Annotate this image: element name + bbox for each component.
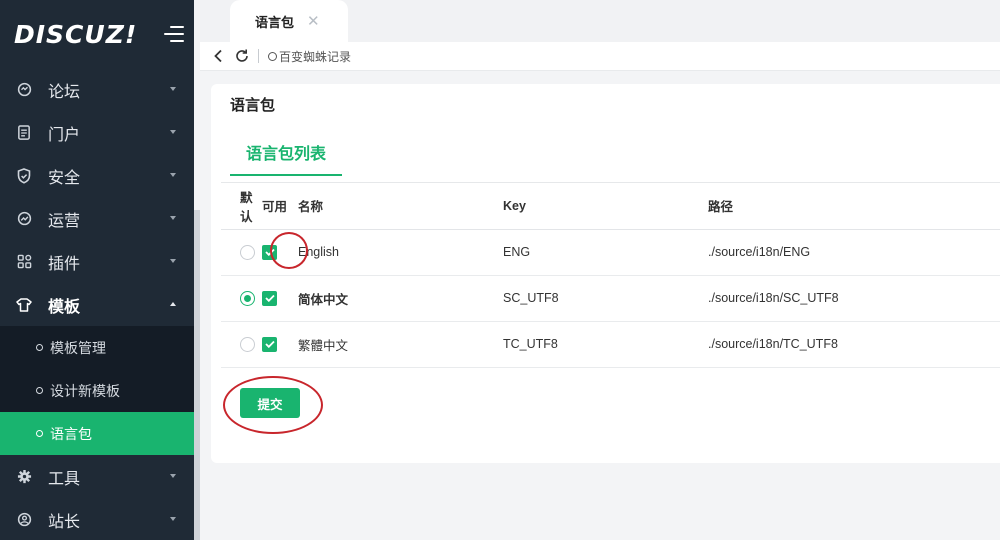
row-key: TC_UTF8 xyxy=(503,321,708,368)
submenu-item-template-management[interactable]: 模板管理 xyxy=(0,326,194,369)
sidebar-scrollbar[interactable] xyxy=(194,210,200,540)
operations-icon xyxy=(16,211,32,227)
tab-language-pack-list[interactable]: 语言包列表 xyxy=(230,140,342,176)
bullet-icon xyxy=(36,387,43,394)
row-name: 简体中文 xyxy=(298,275,503,322)
language-pack-table: 默认 可用 名称 Key 路径 English ENG ./source/i18… xyxy=(221,183,1000,368)
plugins-icon xyxy=(16,254,32,270)
column-header-default: 默认 xyxy=(221,183,262,230)
chevron-down-icon xyxy=(170,216,176,220)
submenu-item-language-pack[interactable]: 语言包 xyxy=(0,412,194,455)
column-header-enabled: 可用 xyxy=(262,183,298,230)
chevron-down-icon xyxy=(170,130,176,134)
sidebar-item-label: 站长 xyxy=(48,513,81,531)
page-title: 语言包 xyxy=(230,97,276,114)
sidebar-item-security[interactable]: 安全 xyxy=(0,154,194,197)
row-path: ./source/i18n/SC_UTF8 xyxy=(708,275,1000,322)
logo-row: DISCUZ! xyxy=(0,0,194,68)
divider xyxy=(258,49,259,63)
row-name: English xyxy=(298,229,503,276)
row-key: SC_UTF8 xyxy=(503,275,708,322)
sidebar-item-label: 插件 xyxy=(48,255,81,273)
sidebar: DISCUZ! 论坛 门户 安全 运营 插件 模板 模板管理 设计新模板 语言包… xyxy=(0,0,194,540)
default-radio[interactable] xyxy=(240,336,255,352)
chevron-down-icon xyxy=(170,517,176,521)
sidebar-item-label: 论坛 xyxy=(48,83,81,101)
shield-icon xyxy=(16,167,32,184)
forum-icon xyxy=(16,82,32,98)
enabled-checkbox[interactable] xyxy=(262,336,277,352)
bullet-icon xyxy=(36,430,43,437)
bullet-icon xyxy=(268,51,277,61)
enabled-checkbox[interactable] xyxy=(262,290,277,306)
address-label: 百变蜘蛛记录 xyxy=(279,49,352,64)
submenu-item-label: 设计新模板 xyxy=(50,382,120,399)
submit-button[interactable]: 提交 xyxy=(240,388,300,418)
submenu-item-label: 模板管理 xyxy=(50,339,106,356)
close-icon[interactable]: ✕ xyxy=(307,12,320,30)
back-icon[interactable] xyxy=(206,44,230,68)
tab-language-pack[interactable]: 语言包 ✕ xyxy=(230,0,348,42)
sidebar-item-label: 工具 xyxy=(48,470,81,488)
check-icon xyxy=(264,340,275,349)
table-row: 繁體中文 TC_UTF8 ./source/i18n/TC_UTF8 xyxy=(221,321,1000,368)
menu-toggle-icon[interactable] xyxy=(164,25,184,43)
gear-icon xyxy=(16,469,32,485)
row-path: ./source/i18n/TC_UTF8 xyxy=(708,321,1000,368)
table-row: English ENG ./source/i18n/ENG xyxy=(221,229,1000,276)
chevron-down-icon xyxy=(170,474,176,478)
row-key: ENG xyxy=(503,229,708,276)
webmaster-icon xyxy=(16,512,32,528)
sidebar-item-webmaster[interactable]: 站长 xyxy=(0,498,194,540)
address-bar: 百变蜘蛛记录 xyxy=(200,42,1000,71)
template-submenu: 模板管理 设计新模板 语言包 xyxy=(0,326,194,455)
sidebar-item-template[interactable]: 模板 xyxy=(0,283,194,326)
column-header-key: Key xyxy=(503,183,708,230)
column-header-name: 名称 xyxy=(298,183,503,230)
check-icon xyxy=(264,248,275,257)
sidebar-item-label: 门户 xyxy=(48,126,81,144)
sidebar-item-label: 模板 xyxy=(48,298,81,316)
sidebar-item-label: 运营 xyxy=(48,212,81,230)
default-radio[interactable] xyxy=(240,244,255,260)
sidebar-item-operations[interactable]: 运营 xyxy=(0,197,194,240)
table-header-row: 默认 可用 名称 Key 路径 xyxy=(221,183,1000,230)
tab-bar: 语言包 ✕ xyxy=(200,0,1000,42)
submenu-item-design-template[interactable]: 设计新模板 xyxy=(0,369,194,412)
sidebar-item-portal[interactable]: 门户 xyxy=(0,111,194,154)
row-name: 繁體中文 xyxy=(298,321,503,368)
template-icon xyxy=(16,297,32,313)
chevron-down-icon xyxy=(170,173,176,177)
content-card: 语言包 语言包列表 默认 可用 名称 Key 路径 English ENG ./… xyxy=(211,84,1000,463)
sidebar-item-label: 安全 xyxy=(48,169,81,187)
tab-label: 语言包 xyxy=(255,14,295,30)
chevron-up-icon xyxy=(170,302,176,306)
default-radio[interactable] xyxy=(240,290,255,306)
chevron-down-icon xyxy=(170,87,176,91)
table-row: 简体中文 SC_UTF8 ./source/i18n/SC_UTF8 xyxy=(221,275,1000,322)
chevron-down-icon xyxy=(170,259,176,263)
row-path: ./source/i18n/ENG xyxy=(708,229,1000,276)
sidebar-item-plugins[interactable]: 插件 xyxy=(0,240,194,283)
address-link[interactable]: 百变蜘蛛记录 xyxy=(268,48,351,65)
portal-icon xyxy=(16,125,32,141)
submenu-item-label: 语言包 xyxy=(50,425,92,442)
column-header-path: 路径 xyxy=(708,183,1000,230)
check-icon xyxy=(264,294,275,303)
refresh-icon[interactable] xyxy=(230,44,254,68)
bullet-icon xyxy=(36,344,43,351)
sidebar-item-tools[interactable]: 工具 xyxy=(0,455,194,498)
sidebar-item-forum[interactable]: 论坛 xyxy=(0,68,194,111)
enabled-checkbox[interactable] xyxy=(262,244,277,260)
logo: DISCUZ! xyxy=(14,19,138,49)
